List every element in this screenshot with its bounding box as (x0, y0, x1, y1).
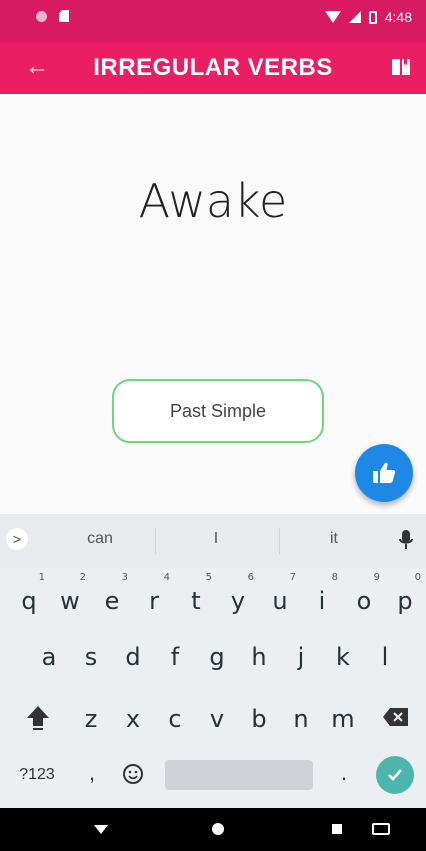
key-b[interactable]: b (242, 696, 276, 742)
key-w[interactable]: w2 (53, 572, 87, 624)
thumbs-up-icon (373, 462, 396, 483)
key-x[interactable]: x (116, 696, 150, 742)
period-key[interactable]: . (334, 758, 354, 788)
comma-key[interactable]: , (82, 758, 102, 788)
key-a[interactable]: a (32, 634, 66, 680)
key-y[interactable]: y6 (221, 572, 255, 624)
key-j[interactable]: j (284, 634, 318, 680)
nav-back-icon[interactable] (94, 825, 108, 834)
suggestion-word[interactable]: can (50, 530, 150, 548)
thumbs-up-button[interactable] (355, 444, 413, 502)
suggestion-word[interactable]: it (284, 530, 384, 548)
key-s[interactable]: s (74, 634, 108, 680)
book-icon[interactable] (390, 56, 412, 78)
key-p[interactable]: p0 (388, 572, 422, 624)
keyboard-switch-icon[interactable] (372, 823, 390, 835)
key-c[interactable]: c (158, 696, 192, 742)
divider (155, 528, 156, 554)
key-m[interactable]: m (326, 696, 360, 742)
answer-input[interactable]: Past Simple (112, 379, 324, 443)
key-z[interactable]: z (74, 696, 108, 742)
key-n[interactable]: n (284, 696, 318, 742)
key-u[interactable]: u7 (263, 572, 297, 624)
key-g[interactable]: g (200, 634, 234, 680)
backspace-icon[interactable] (382, 706, 410, 728)
key-l[interactable]: l (368, 634, 402, 680)
status-bar: 4:48 (0, 0, 426, 42)
nav-home-icon[interactable] (212, 823, 224, 835)
spacebar[interactable] (165, 760, 313, 790)
key-d[interactable]: d (116, 634, 150, 680)
soft-keyboard: > can I it q1 w2 e3 r4 t5 y6 u7 i8 o9 p0… (0, 514, 426, 808)
battery-icon (368, 10, 377, 24)
nav-recents-icon[interactable] (332, 824, 342, 834)
app-bar: ← IRREGULAR VERBS (0, 42, 426, 94)
key-e[interactable]: e3 (95, 572, 129, 624)
wifi-icon (324, 11, 341, 23)
key-t[interactable]: t5 (179, 572, 213, 624)
key-q[interactable]: q1 (12, 572, 46, 624)
card-content: Awake Past Simple (0, 94, 426, 514)
emoji-icon[interactable] (122, 763, 144, 785)
verb-word: Awake (138, 174, 288, 228)
key-i[interactable]: i8 (305, 572, 339, 624)
key-o[interactable]: o9 (347, 572, 381, 624)
suggestion-bar: > can I it (0, 514, 426, 568)
chevron-right-icon[interactable]: > (6, 528, 28, 550)
suggestion-word[interactable]: I (166, 530, 266, 548)
sd-card-icon (59, 10, 69, 22)
check-icon (388, 769, 402, 781)
status-time: 4:48 (384, 9, 412, 25)
key-k[interactable]: k (326, 634, 360, 680)
shift-icon[interactable] (24, 702, 52, 734)
signal-icon (348, 11, 361, 23)
mic-icon[interactable] (398, 528, 414, 552)
divider (279, 528, 280, 554)
key-r[interactable]: r4 (137, 572, 171, 624)
notification-dot-icon (36, 10, 47, 22)
symbols-key[interactable]: ?123 (14, 762, 60, 788)
key-v[interactable]: v (200, 696, 234, 742)
key-h[interactable]: h (242, 634, 276, 680)
enter-key[interactable] (376, 756, 414, 794)
key-f[interactable]: f (158, 634, 192, 680)
system-nav-bar (0, 808, 426, 851)
app-title: IRREGULAR VERBS (93, 54, 333, 81)
